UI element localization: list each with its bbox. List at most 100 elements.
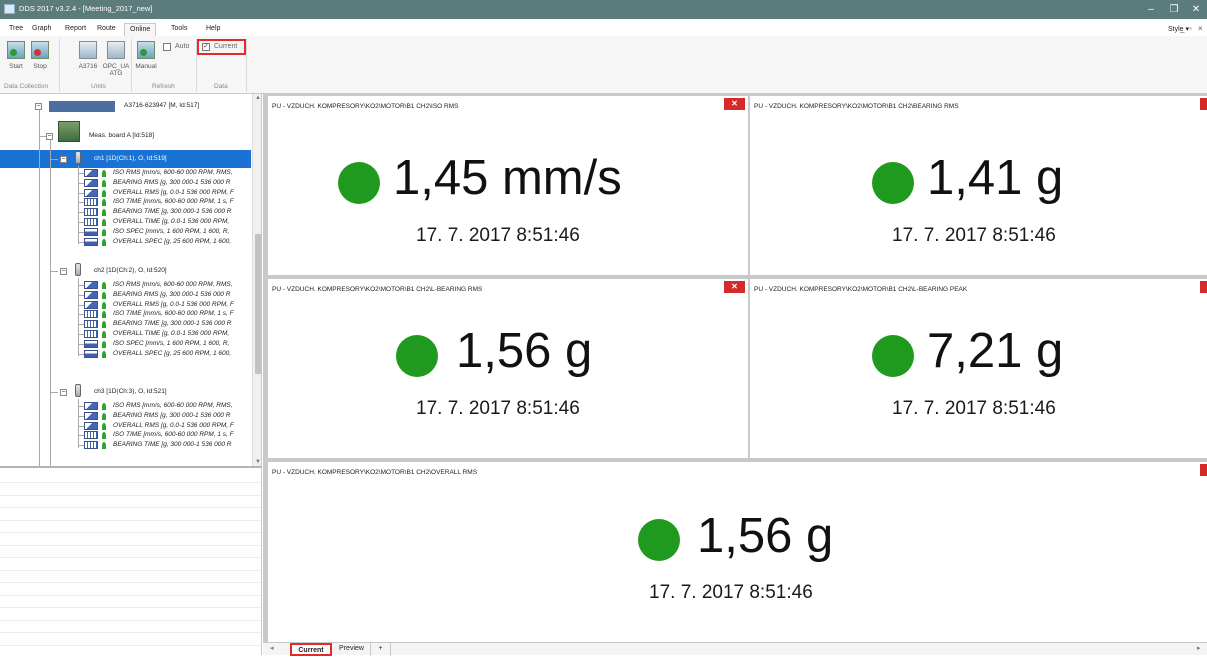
- menu-report[interactable]: Report: [65, 25, 86, 32]
- properties-grid[interactable]: [0, 466, 262, 655]
- a3716-button-label[interactable]: A3716: [74, 63, 102, 70]
- grid-row-line: [0, 582, 261, 583]
- manual-button-label[interactable]: Manual: [132, 63, 160, 70]
- menu-bar: Tree Graph Report Route Online Tools Hel…: [0, 19, 1207, 37]
- panel-title: PU - VZDUCH. KOMPRESORY\KO2\MOTOR\B1 CH2…: [754, 103, 959, 110]
- scroll-thumb[interactable]: [255, 234, 261, 374]
- current-highlight-box: [197, 39, 246, 55]
- group-label-data-collection: Data Collection: [4, 83, 49, 90]
- menu-tools[interactable]: Tools: [171, 25, 187, 32]
- style-menu[interactable]: Style ▾: [1168, 25, 1189, 33]
- tab-scroll-right-icon[interactable]: ▸: [1197, 644, 1201, 652]
- status-dot-icon: [102, 350, 106, 358]
- close-window-button[interactable]: ✕: [1189, 3, 1203, 16]
- panel-close-button[interactable]: [1200, 281, 1207, 293]
- status-dot-icon: [102, 179, 106, 187]
- panel-title: PU - VZDUCH. KOMPRESORY\KO2\MOTOR\B1 CH2…: [754, 286, 968, 293]
- measurement-icon: [84, 237, 98, 246]
- tab-preview[interactable]: Preview: [333, 643, 371, 656]
- status-dot-icon: [102, 170, 106, 177]
- panel-close-button[interactable]: [1200, 98, 1207, 110]
- measurement-icon: [84, 349, 98, 358]
- current-values-area: PU - VZDUCH. KOMPRESORY\KO2\MOTOR\B1 CH2…: [263, 94, 1207, 642]
- menu-tree[interactable]: Tree: [9, 25, 23, 32]
- maximize-button[interactable]: ❐: [1167, 3, 1181, 16]
- a3716-unit-icon[interactable]: [79, 41, 97, 59]
- mdi-restore-button[interactable]: ▫: [1189, 24, 1192, 33]
- tree-node-channel[interactable]: − ch2 [1D(Ch:2), O, Id:520]: [0, 263, 251, 277]
- tree-label-measurement: OVERALL RMS [g, 0.0-1 536 000 RPM, F: [113, 188, 234, 196]
- tree-view[interactable]: − A3716-623947 [M, Id:517] − Meas. board…: [0, 94, 262, 466]
- stop-button-label[interactable]: Stop: [27, 63, 53, 70]
- grid-row-line: [0, 519, 261, 521]
- status-indicator: [338, 162, 380, 204]
- panel-value: 1,41 g: [927, 151, 1064, 205]
- start-button-label[interactable]: Start: [3, 63, 29, 70]
- tab-current[interactable]: Current: [290, 643, 332, 656]
- scroll-up-arrow-icon[interactable]: ▲: [254, 94, 261, 102]
- menu-route[interactable]: Route: [97, 25, 116, 32]
- tree-label-measurement: ISO RMS [mm/s, 600-60 000 RPM, RMS,: [113, 402, 233, 409]
- collapse-toggle[interactable]: −: [60, 389, 67, 396]
- start-icon[interactable]: [7, 41, 25, 59]
- status-indicator: [872, 162, 914, 204]
- panel-value: 7,21 g: [927, 324, 1064, 378]
- tree-label-measurement: ISO SPEC [mm/s, 1 600 RPM, 1 600, R,: [113, 227, 230, 235]
- measurement-icon: [84, 188, 98, 197]
- status-indicator: [396, 335, 438, 377]
- tree-label-measurement: OVERALL TIME [g, 0.0-1 536 000 RPM,: [113, 218, 230, 225]
- status-dot-icon: [102, 432, 106, 440]
- status-dot-icon: [102, 228, 106, 236]
- tree-connector-line: [50, 140, 51, 466]
- tree-connector-line: [39, 136, 46, 137]
- tree-node-channel[interactable]: − ch1 [1D(Ch:1), O, Id:519]: [0, 151, 251, 165]
- group-label-units: Units: [91, 83, 106, 90]
- grid-row-line: [0, 619, 261, 621]
- measurement-icon: [84, 208, 98, 217]
- status-dot-icon: [102, 238, 106, 246]
- status-dot-icon: [102, 340, 106, 348]
- tab-scroll-left-icon[interactable]: ◂: [270, 644, 274, 652]
- status-dot-icon: [102, 282, 106, 289]
- title-bar: DDS 2017 v3.2.4 - [Meeting_2017_new] – ❐…: [0, 0, 1207, 19]
- tree-label-measurement: ISO TIME [mm/s, 600-60 000 RPM, 1 s, F: [113, 310, 234, 318]
- panel-close-button[interactable]: ✕: [724, 98, 745, 110]
- tree-label-measurement: BEARING RMS [g, 300 000-1 536 000 R: [113, 411, 231, 419]
- menu-online[interactable]: Online: [124, 23, 157, 37]
- window-title: DDS 2017 v3.2.4 - [Meeting_2017_new]: [19, 4, 153, 13]
- panel-timestamp: 17. 7. 2017 8:51:46: [892, 398, 1056, 419]
- mdi-minimize-button[interactable]: _: [1180, 24, 1184, 33]
- tree-node-channel[interactable]: − ch3 [1D(Ch:3), O, Id:521]: [0, 384, 251, 398]
- sensor-icon: [75, 151, 81, 164]
- collapse-toggle[interactable]: −: [46, 133, 53, 140]
- menu-graph[interactable]: Graph: [32, 25, 51, 32]
- auto-checkbox-label[interactable]: Auto: [175, 43, 189, 50]
- board-icon: [58, 121, 80, 142]
- stop-icon[interactable]: [31, 41, 49, 59]
- menu-help[interactable]: Help: [206, 25, 220, 32]
- ribbon-separator: [246, 39, 247, 92]
- collapse-toggle[interactable]: −: [60, 268, 67, 275]
- collapse-toggle[interactable]: −: [35, 103, 42, 110]
- panel-timestamp: 17. 7. 2017 8:51:46: [892, 225, 1056, 246]
- mdi-close-button[interactable]: ×: [1198, 24, 1203, 33]
- sensor-icon: [75, 384, 81, 397]
- measurement-icon: [84, 441, 98, 450]
- opc-ua-button-label-2: ATG: [109, 70, 123, 77]
- manual-refresh-icon[interactable]: [137, 41, 155, 59]
- scroll-down-arrow-icon[interactable]: ▼: [254, 458, 261, 466]
- collapse-toggle[interactable]: −: [60, 156, 67, 163]
- opc-ua-button-label[interactable]: OPC_UA: [102, 63, 130, 70]
- tab-add-button[interactable]: +: [371, 643, 391, 656]
- value-panel: PU - VZDUCH. KOMPRESORY\KO2\MOTOR\B1 CH2…: [268, 462, 1207, 642]
- panel-value: 1,56 g: [456, 324, 593, 378]
- auto-checkbox[interactable]: [163, 43, 171, 51]
- grid-row-line: [0, 494, 261, 496]
- tree-scrollbar[interactable]: ▲ ▼: [252, 94, 261, 466]
- minimize-button[interactable]: –: [1144, 3, 1158, 16]
- tree-label-measurement: OVERALL SPEC [g, 25 600 RPM, 1 600,: [113, 349, 232, 357]
- opc-ua-icon[interactable]: [107, 41, 125, 59]
- panel-close-button[interactable]: [1200, 464, 1207, 476]
- grid-row-line: [0, 644, 261, 646]
- panel-close-button[interactable]: ✕: [724, 281, 745, 293]
